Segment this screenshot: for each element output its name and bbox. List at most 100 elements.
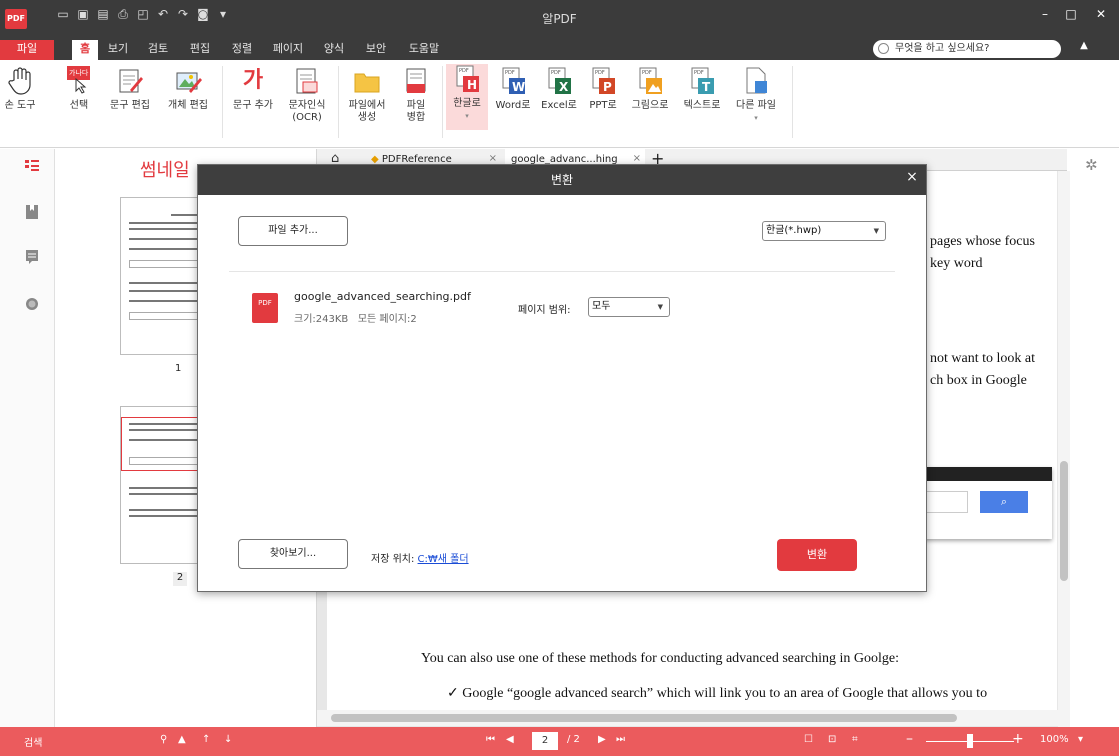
dialog-close-button[interactable]: × [902,165,922,189]
output-format-value: 한글(*.hwp) [766,225,822,236]
sidebar-icon-strip [0,149,55,727]
minimize-button[interactable]: – [1034,5,1056,23]
menu-tab-file[interactable]: 파일 [0,40,54,60]
gear-icon[interactable]: ✲ [1085,156,1098,174]
zoom-slider-knob[interactable] [967,734,973,748]
convert-to-image-button[interactable]: PDF 그림으로 [626,66,674,112]
ribbon-separator [222,66,223,138]
folder-icon [353,66,381,96]
convert-to-excel-button[interactable]: PDF X Excel로 [538,66,580,112]
menu-tab-review[interactable]: 검토 [143,40,173,60]
search-prev-icon[interactable]: ▲ [178,734,186,745]
zoom-level[interactable]: 100% [1040,734,1069,745]
zoom-in-icon[interactable]: + [1012,731,1024,747]
redo-icon[interactable]: ↷ [176,7,190,21]
hand-tool-button[interactable]: 손 도구 [2,66,38,112]
menu-tab-page[interactable]: 페이지 [268,40,308,60]
app-window: PDF ▭ ▣ ▤ ⎙ ◰ ↶ ↷ ◙ ▾ 알PDF – □ ✕ 파일 홈 보기… [0,0,1119,756]
scan-icon[interactable]: ▤ [96,7,110,21]
ppt-glyph: P [603,80,612,94]
collapse-ribbon-icon[interactable]: ▲ [1076,40,1092,56]
add-text-icon: 가 [242,68,264,93]
thumbnails-icon[interactable] [25,159,39,173]
search-icon[interactable]: ⚲ [160,734,167,745]
zoom-out-icon[interactable]: – [906,731,913,747]
ocr-button[interactable]: 문자인식 (OCR) [284,66,330,124]
maximize-button[interactable]: □ [1060,5,1082,23]
page-range-select[interactable]: 모두 ▼ [588,297,670,317]
fit-page-icon[interactable]: ⊡ [828,734,836,745]
doc-text-line: ✓ Google “google advanced search” which … [447,686,988,701]
search-up-icon[interactable]: ↑ [202,734,210,745]
word-glyph: W [512,80,525,94]
print-icon[interactable]: ⎙ [116,7,130,21]
vertical-scrollbar[interactable] [1058,171,1070,727]
close-button[interactable]: ✕ [1090,5,1112,23]
search-panel-icon[interactable] [25,297,39,311]
folder-open-icon[interactable]: ▭ [56,7,70,21]
save-location-link[interactable]: C:₩새 폴더 [418,554,469,565]
menu-tab-security[interactable]: 보안 [361,40,391,60]
horizontal-scrollbar[interactable] [317,710,1058,726]
convert-to-hwp-button[interactable]: PDF H 한글로 ▾ [446,64,488,130]
comments-icon[interactable] [25,250,39,264]
add-text-button[interactable]: 가 문구 추가 [228,66,278,112]
menu-tab-edit[interactable]: 편집 [185,40,215,60]
thumb-line [129,238,199,240]
chevron-down-icon: ▼ [873,227,879,235]
convert-to-ppt-button[interactable]: PDF P PPT로 [584,66,622,112]
add-text-label: 문구 추가 [233,100,273,111]
edit-object-button[interactable]: 개체 편집 [162,66,214,112]
prev-page-icon[interactable]: ◀ [506,734,514,745]
convert-to-text-label: 텍스트로 [683,100,721,111]
undo-icon[interactable]: ↶ [156,7,170,21]
image-search-button: ⌕ [980,491,1028,513]
horizontal-scroll-thumb[interactable] [331,714,957,722]
page-number-input[interactable]: 2 [532,732,558,750]
convert-to-other-button[interactable]: 다른 파일 ▾ [730,66,782,124]
next-page-icon[interactable]: ▶ [598,734,606,745]
menu-tab-view[interactable]: 보기 [104,40,132,60]
convert-button[interactable]: 변환 [777,539,857,571]
first-page-icon[interactable]: ⏮ [486,734,495,745]
embedded-search-image: ⌕ [924,467,1052,539]
merge-files-button[interactable]: 파일 병합 [396,66,436,124]
file-meta: 크기:243KB 모든 페이지:2 [294,310,417,325]
doc-text-line: key word [930,256,983,271]
create-from-file-button[interactable]: 파일에서 생성 [344,66,390,124]
select-button[interactable]: 가나다 선택 [62,66,96,112]
add-file-button[interactable]: 파일 추가... [238,216,348,246]
image-header [924,467,1052,481]
dropdown-icon[interactable]: ▾ [216,7,230,21]
single-page-icon[interactable]: ☐ [804,734,813,745]
dialog-divider [229,271,895,272]
preview-icon[interactable]: ◰ [136,7,150,21]
create-from-file-label-2: 생성 [357,112,377,123]
convert-to-excel-label: Excel로 [541,100,577,111]
output-format-select[interactable]: 한글(*.hwp) ▼ [762,221,886,241]
convert-to-word-button[interactable]: PDF W Word로 [492,66,534,112]
bookmark-icon[interactable] [25,205,39,219]
settings-icon[interactable]: ◙ [196,7,210,21]
search-down-icon[interactable]: ↓ [224,734,232,745]
edit-text-label: 문구 편집 [110,100,150,111]
search-input[interactable]: 무엇을 하고 싶으세요? [873,40,1061,58]
page-number-label: 1 [175,363,182,374]
file-pages: 모든 페이지:2 [357,314,417,325]
menu-tab-form[interactable]: 양식 [319,40,349,60]
ribbon-toolbar: 손 도구 가나다 선택 문구 편집 개체 편집 가 문구 추가 문자인식 (OC… [0,60,1119,148]
convert-to-text-button[interactable]: PDF T 텍스트로 [678,66,726,112]
menu-tab-help[interactable]: 도움말 [403,40,445,60]
ppt-icon: PDF P [589,66,617,96]
zoom-dropdown-icon[interactable]: ▾ [1078,734,1083,745]
dropdown-arrow-icon: ▾ [754,114,758,122]
menu-tab-home[interactable]: 홈 [72,40,98,60]
fit-width-icon[interactable]: ⌗ [852,734,858,745]
status-search-label[interactable]: 검색 [24,734,42,749]
last-page-icon[interactable]: ⏭ [616,734,625,745]
save-icon[interactable]: ▣ [76,7,90,21]
edit-text-button[interactable]: 문구 편집 [104,66,156,112]
menu-tab-arrange[interactable]: 정렬 [227,40,257,60]
vertical-scroll-thumb[interactable] [1060,461,1068,581]
browse-button[interactable]: 찾아보기... [238,539,348,569]
